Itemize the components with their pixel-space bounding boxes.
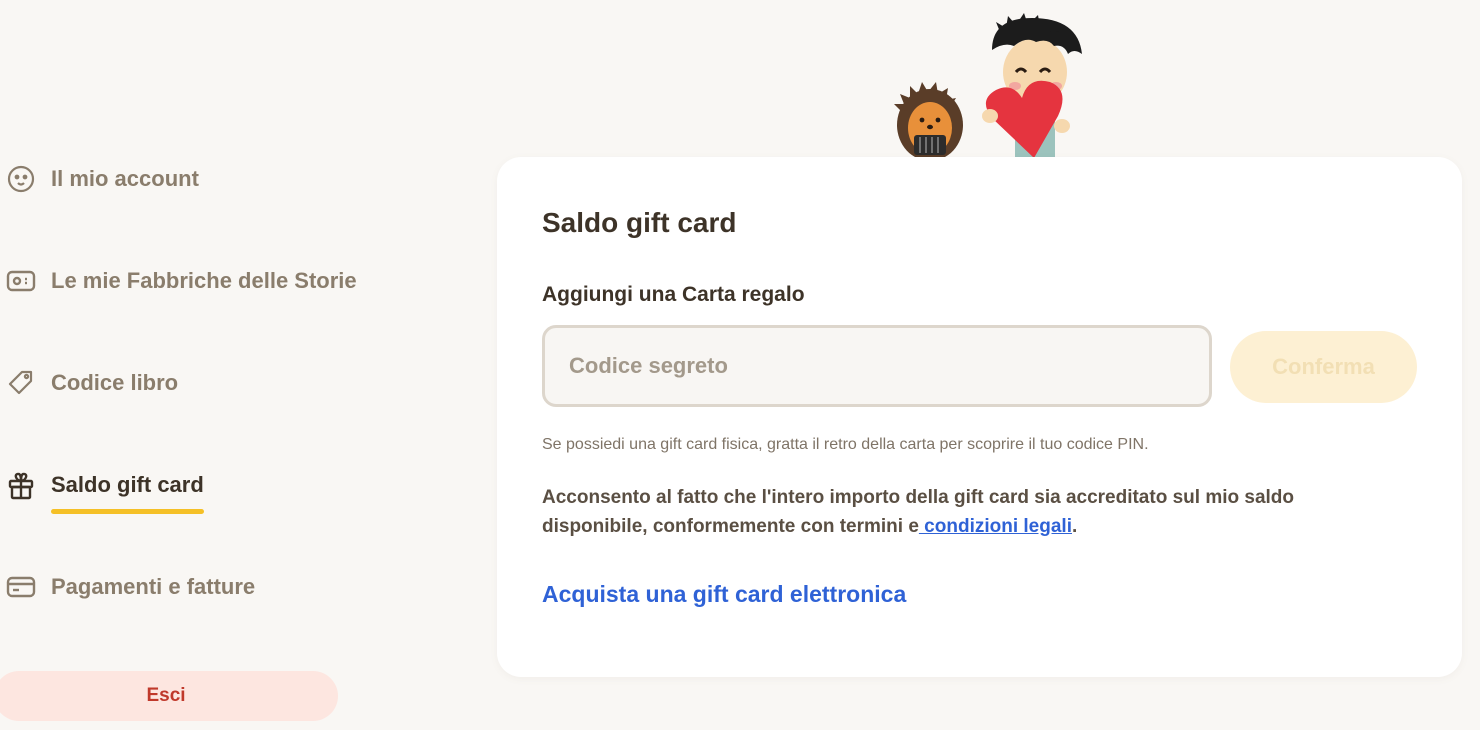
add-gift-card-label: Aggiungi una Carta regalo [542, 283, 805, 306]
sidebar-item-account[interactable]: Il mio account [6, 164, 199, 194]
id-card-icon [6, 266, 36, 296]
credit-card-icon [6, 572, 36, 602]
sidebar-item-label: Codice libro [51, 370, 179, 395]
secret-code-input[interactable] [542, 325, 1212, 407]
consent-period: . [1071, 516, 1078, 537]
sidebar-item-label: Pagamenti e fatture [51, 574, 256, 599]
gift-card-balance-card: Saldo gift card Aggiungi una Carta regal… [497, 157, 1462, 677]
tag-icon [6, 368, 36, 398]
face-icon [6, 164, 36, 194]
sidebar-item-label: Il mio account [51, 166, 199, 191]
hedgehog-boy-heart-illustration [880, 10, 1100, 161]
boy-illustration [982, 13, 1082, 160]
sidebar-item-label: Saldo gift card [51, 472, 204, 514]
buy-e-gift-card-link[interactable]: Acquista una gift card elettronica [542, 581, 906, 608]
sidebar-item-book-code[interactable]: Codice libro [6, 368, 178, 398]
card-title: Saldo gift card [542, 207, 737, 238]
sidebar-item-gift-card[interactable]: Saldo gift card [6, 470, 204, 514]
hedgehog-illustration [894, 82, 963, 161]
sidebar: Il mio account Le mie Fabbriche delle St… [0, 0, 480, 730]
legal-conditions-link[interactable]: condizioni legali [919, 516, 1072, 537]
sidebar-item-label: Le mie Fabbriche delle Storie [51, 268, 357, 293]
sidebar-item-payments[interactable]: Pagamenti e fatture [6, 572, 255, 602]
page: Il mio account Le mie Fabbriche delle St… [0, 0, 1480, 730]
confirm-button[interactable]: Conferma [1230, 331, 1417, 403]
logout-button[interactable]: Esci [0, 671, 338, 721]
gift-icon [6, 470, 36, 500]
sidebar-item-story-factories[interactable]: Le mie Fabbriche delle Storie [6, 266, 357, 296]
consent-text: Acconsento al fatto che l'intero importo… [542, 483, 1372, 541]
physical-card-hint: Se possiedi una gift card fisica, gratta… [542, 436, 1149, 453]
